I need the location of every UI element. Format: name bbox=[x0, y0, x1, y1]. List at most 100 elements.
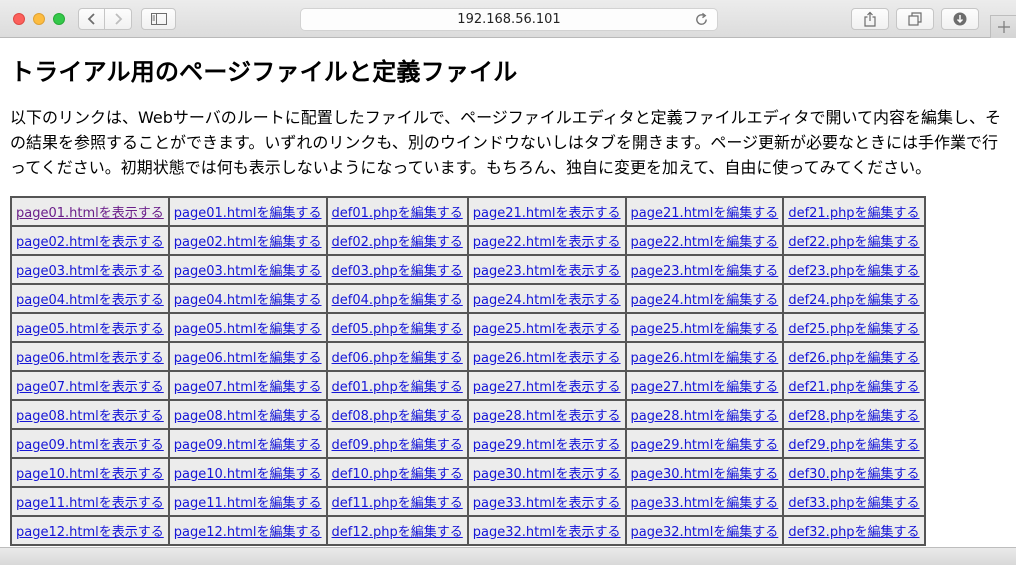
file-link[interactable]: page06.htmlを表示する bbox=[16, 351, 164, 366]
file-link[interactable]: def06.phpを編集する bbox=[332, 351, 463, 366]
file-link[interactable]: page08.htmlを編集する bbox=[174, 409, 322, 424]
file-link[interactable]: page26.htmlを表示する bbox=[473, 351, 621, 366]
file-link[interactable]: page11.htmlを編集する bbox=[174, 496, 322, 511]
file-link[interactable]: page28.htmlを表示する bbox=[473, 409, 621, 424]
file-link[interactable]: def25.phpを編集する bbox=[788, 322, 919, 337]
file-link[interactable]: def04.phpを編集する bbox=[332, 293, 463, 308]
table-cell: def23.phpを編集する bbox=[783, 255, 925, 284]
file-link[interactable]: def12.phpを編集する bbox=[332, 525, 463, 540]
file-link[interactable]: page24.htmlを編集する bbox=[631, 293, 779, 308]
file-link[interactable]: page10.htmlを編集する bbox=[174, 467, 322, 482]
file-link[interactable]: page02.htmlを編集する bbox=[174, 235, 322, 250]
table-cell: page30.htmlを表示する bbox=[467, 458, 626, 487]
file-link[interactable]: page01.htmlを編集する bbox=[174, 206, 322, 221]
table-cell: page07.htmlを編集する bbox=[168, 371, 327, 400]
address-bar[interactable]: 192.168.56.101 bbox=[300, 8, 718, 31]
file-link[interactable]: page08.htmlを表示する bbox=[16, 409, 164, 424]
file-link[interactable]: def33.phpを編集する bbox=[788, 496, 919, 511]
file-link[interactable]: def01.phpを編集する bbox=[332, 380, 463, 395]
file-link[interactable]: def21.phpを編集する bbox=[788, 206, 919, 221]
file-link[interactable]: page11.htmlを表示する bbox=[16, 496, 164, 511]
file-link[interactable]: page03.htmlを編集する bbox=[174, 264, 322, 279]
file-link[interactable]: page33.htmlを編集する bbox=[631, 496, 779, 511]
file-link[interactable]: page28.htmlを編集する bbox=[631, 409, 779, 424]
table-cell: page07.htmlを表示する bbox=[11, 371, 169, 400]
file-link[interactable]: def32.phpを編集する bbox=[788, 525, 919, 540]
file-link[interactable]: page09.htmlを表示する bbox=[16, 438, 164, 453]
file-link[interactable]: page01.htmlを表示する bbox=[16, 206, 164, 221]
table-cell: page12.htmlを編集する bbox=[168, 516, 327, 545]
file-link[interactable]: def09.phpを編集する bbox=[332, 438, 463, 453]
file-link[interactable]: page02.htmlを表示する bbox=[16, 235, 164, 250]
forward-button[interactable] bbox=[105, 8, 132, 30]
file-link[interactable]: def30.phpを編集する bbox=[788, 467, 919, 482]
file-link[interactable]: page27.htmlを表示する bbox=[473, 380, 621, 395]
reload-icon[interactable] bbox=[694, 12, 709, 27]
file-link[interactable]: page09.htmlを編集する bbox=[174, 438, 322, 453]
file-link[interactable]: page25.htmlを表示する bbox=[473, 322, 621, 337]
table-cell: page22.htmlを編集する bbox=[625, 226, 784, 255]
share-icon bbox=[864, 11, 876, 27]
table-cell: page23.htmlを表示する bbox=[467, 255, 626, 284]
table-cell: def30.phpを編集する bbox=[783, 458, 925, 487]
table-cell: def21.phpを編集する bbox=[783, 197, 925, 226]
table-cell: page03.htmlを編集する bbox=[168, 255, 327, 284]
file-link[interactable]: def22.phpを編集する bbox=[788, 235, 919, 250]
back-button[interactable] bbox=[78, 8, 105, 30]
file-link[interactable]: page05.htmlを編集する bbox=[174, 322, 322, 337]
file-link[interactable]: page21.htmlを編集する bbox=[631, 206, 779, 221]
file-link[interactable]: page32.htmlを表示する bbox=[473, 525, 621, 540]
file-link[interactable]: page22.htmlを表示する bbox=[473, 235, 621, 250]
file-link[interactable]: def11.phpを編集する bbox=[332, 496, 463, 511]
minimize-window-button[interactable] bbox=[33, 13, 45, 25]
close-window-button[interactable] bbox=[13, 13, 25, 25]
file-link[interactable]: def28.phpを編集する bbox=[788, 409, 919, 424]
table-row: page12.htmlを表示する page12.htmlを編集する def12.ph… bbox=[11, 516, 925, 545]
file-link[interactable]: page04.htmlを編集する bbox=[174, 293, 322, 308]
file-link[interactable]: page07.htmlを編集する bbox=[174, 380, 322, 395]
file-link[interactable]: page10.htmlを表示する bbox=[16, 467, 164, 482]
file-link[interactable]: page27.htmlを編集する bbox=[631, 380, 779, 395]
file-link[interactable]: page30.htmlを編集する bbox=[631, 467, 779, 482]
new-tab-button[interactable] bbox=[990, 15, 1016, 38]
share-button[interactable] bbox=[851, 8, 889, 30]
file-link[interactable]: def21.phpを編集する bbox=[788, 380, 919, 395]
file-link[interactable]: page04.htmlを表示する bbox=[16, 293, 164, 308]
file-link[interactable]: def29.phpを編集する bbox=[788, 438, 919, 453]
file-link[interactable]: def02.phpを編集する bbox=[332, 235, 463, 250]
table-cell: def24.phpを編集する bbox=[783, 284, 925, 313]
file-link[interactable]: def24.phpを編集する bbox=[788, 293, 919, 308]
table-cell: def05.phpを編集する bbox=[326, 313, 468, 342]
file-link[interactable]: page03.htmlを表示する bbox=[16, 264, 164, 279]
downloads-button[interactable] bbox=[941, 8, 979, 30]
zoom-window-button[interactable] bbox=[53, 13, 65, 25]
file-link[interactable]: page25.htmlを編集する bbox=[631, 322, 779, 337]
page-content: トライアル用のページファイルと定義ファイル 以下のリンクは、Webサーバのルート… bbox=[0, 38, 1016, 547]
file-link[interactable]: page32.htmlを編集する bbox=[631, 525, 779, 540]
file-link[interactable]: page12.htmlを表示する bbox=[16, 525, 164, 540]
file-link[interactable]: def26.phpを編集する bbox=[788, 351, 919, 366]
file-link[interactable]: page30.htmlを表示する bbox=[473, 467, 621, 482]
file-link[interactable]: def01.phpを編集する bbox=[332, 206, 463, 221]
file-link[interactable]: page21.htmlを表示する bbox=[473, 206, 621, 221]
file-link[interactable]: page12.htmlを編集する bbox=[174, 525, 322, 540]
file-link[interactable]: def10.phpを編集する bbox=[332, 467, 463, 482]
sidebar-button[interactable] bbox=[141, 8, 176, 30]
file-link[interactable]: page29.htmlを編集する bbox=[631, 438, 779, 453]
file-link[interactable]: page24.htmlを表示する bbox=[473, 293, 621, 308]
show-tabs-button[interactable] bbox=[896, 8, 934, 30]
file-link[interactable]: def03.phpを編集する bbox=[332, 264, 463, 279]
file-link[interactable]: def23.phpを編集する bbox=[788, 264, 919, 279]
file-link[interactable]: page33.htmlを表示する bbox=[473, 496, 621, 511]
file-link[interactable]: page23.htmlを表示する bbox=[473, 264, 621, 279]
file-link[interactable]: page22.htmlを編集する bbox=[631, 235, 779, 250]
file-link[interactable]: page07.htmlを表示する bbox=[16, 380, 164, 395]
file-link[interactable]: def05.phpを編集する bbox=[332, 322, 463, 337]
file-link[interactable]: page23.htmlを編集する bbox=[631, 264, 779, 279]
file-link[interactable]: page29.htmlを表示する bbox=[473, 438, 621, 453]
file-link[interactable]: page06.htmlを編集する bbox=[174, 351, 322, 366]
file-link[interactable]: page26.htmlを編集する bbox=[631, 351, 779, 366]
table-cell: def29.phpを編集する bbox=[783, 429, 925, 458]
file-link[interactable]: page05.htmlを表示する bbox=[16, 322, 164, 337]
file-link[interactable]: def08.phpを編集する bbox=[332, 409, 463, 424]
